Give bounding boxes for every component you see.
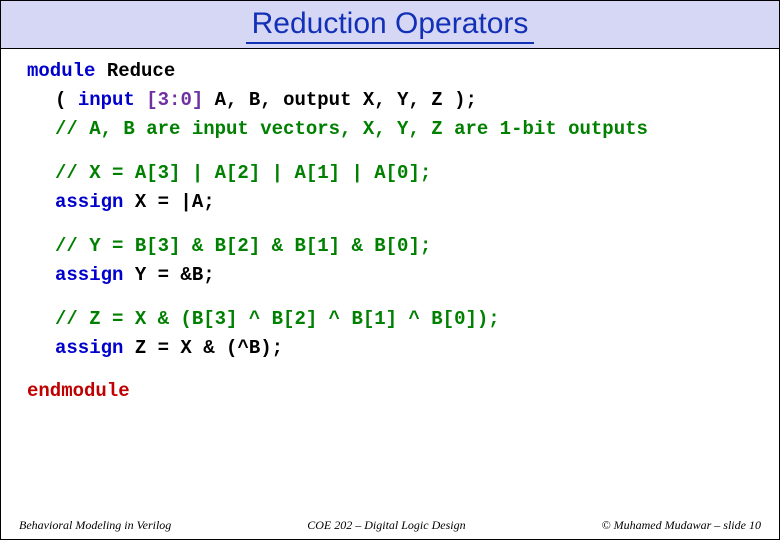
kw-assign-z: assign [55,337,123,359]
comment-y: // Y = B[3] & B[2] & B[1] & B[0]; [27,232,753,261]
comment-desc: // A, B are input vectors, X, Y, Z are 1… [27,115,753,144]
expr-x: X = |A; [123,191,214,213]
comment-x: // X = A[3] | A[2] | A[1] | A[0]; [27,159,753,188]
port-list: A, B, output X, Y, Z ); [203,89,477,111]
code-content: module Reduce ( input [3:0] A, B, output… [1,49,779,407]
title-bar: Reduction Operators [1,1,779,49]
mod-name: Reduce [95,60,175,82]
slide-title: Reduction Operators [246,7,535,44]
paren-open: ( [55,89,78,111]
kw-module: module [27,60,95,82]
line-ports: ( input [3:0] A, B, output X, Y, Z ); [27,86,753,115]
endmodule: endmodule [27,377,753,406]
footer-right: © Muhamed Mudawar – slide 10 [602,518,761,533]
expr-z: Z = X & (^B); [123,337,283,359]
range: [3:0] [146,89,203,111]
slide: Reduction Operators module Reduce ( inpu… [0,0,780,540]
kw-assign-x: assign [55,191,123,213]
expr-y: Y = &B; [123,264,214,286]
kw-assign-y: assign [55,264,123,286]
assign-x: assign X = |A; [27,188,753,217]
comment-z: // Z = X & (B[3] ^ B[2] ^ B[1] ^ B[0]); [27,305,753,334]
footer-center: COE 202 – Digital Logic Design [307,518,465,533]
line-module: module Reduce [27,57,753,86]
footer: Behavioral Modeling in Verilog COE 202 –… [1,518,779,533]
assign-z: assign Z = X & (^B); [27,334,753,363]
assign-y: assign Y = &B; [27,261,753,290]
footer-left: Behavioral Modeling in Verilog [19,518,171,533]
kw-input: input [78,89,146,111]
